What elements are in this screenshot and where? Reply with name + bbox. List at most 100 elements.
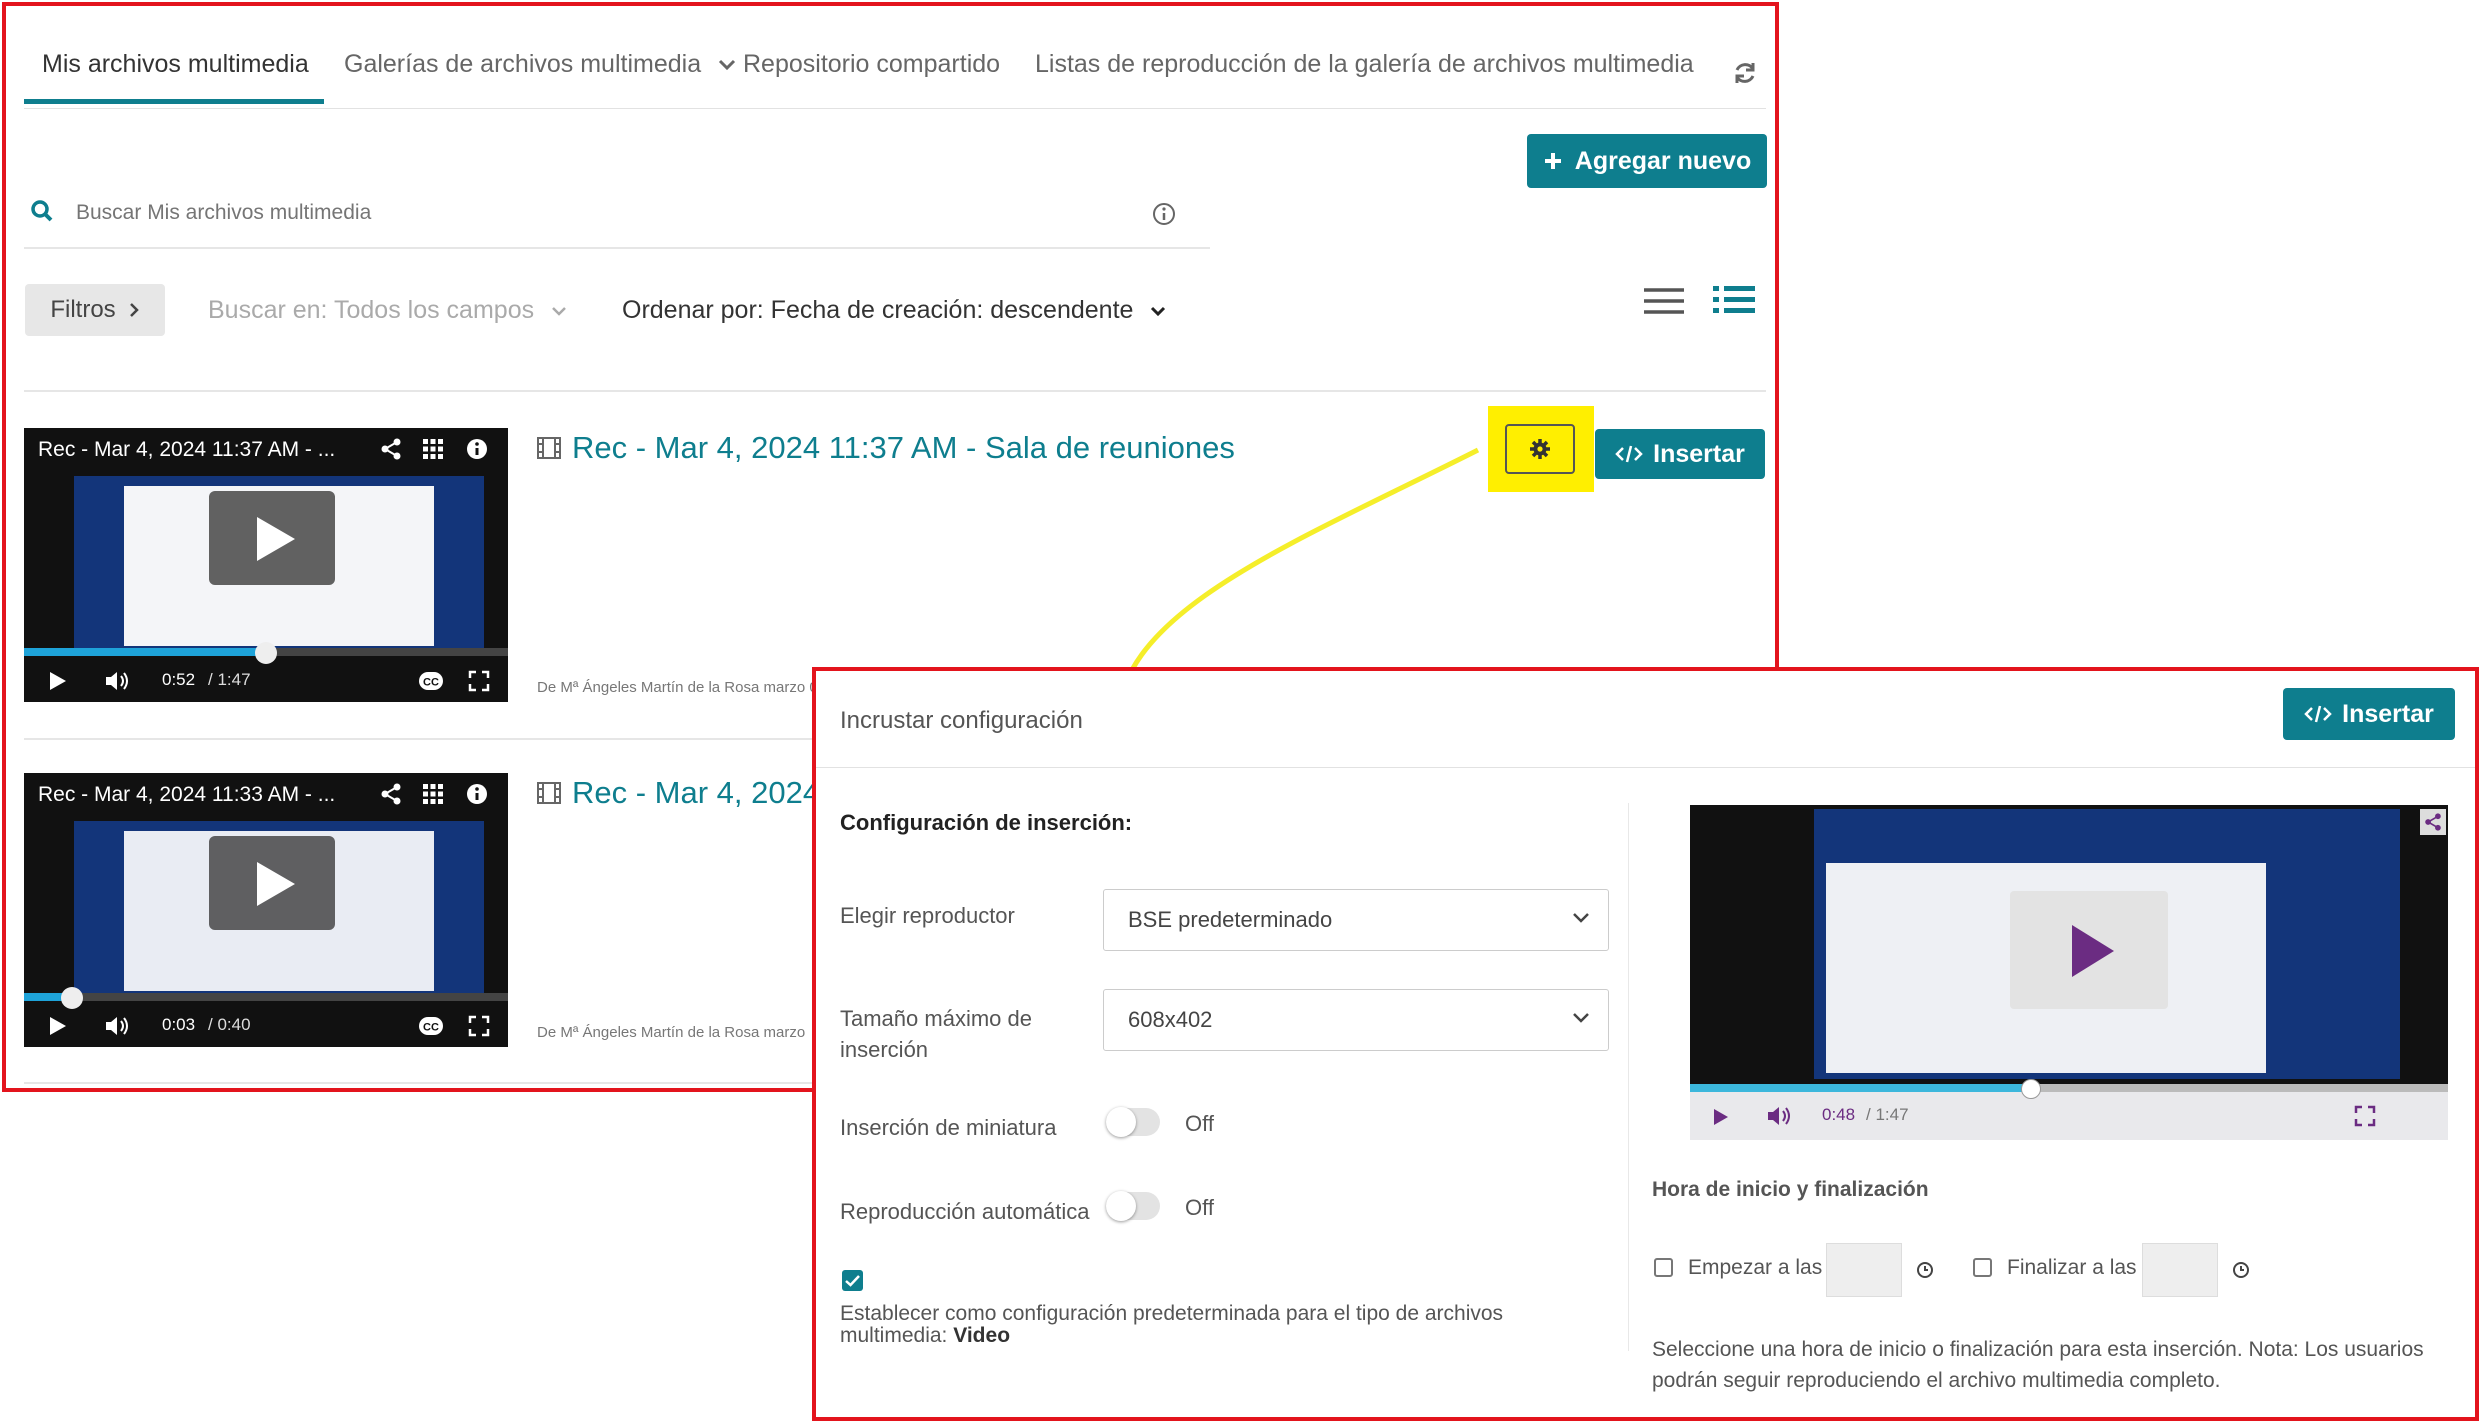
play-icon[interactable] <box>1712 1107 1730 1127</box>
tab-shared-repository[interactable]: Repositorio compartido <box>743 50 1000 79</box>
autoplay-toggle[interactable] <box>1106 1191 1160 1221</box>
video-player-thumbnail[interactable]: Rec - Mar 4, 2024 11:33 AM - ... 0:03 / … <box>24 773 508 1047</box>
thumbnail-title: Rec - Mar 4, 2024 11:37 AM - ... <box>38 438 336 461</box>
play-icon <box>257 862 295 906</box>
detailed-view-icon[interactable] <box>1712 284 1756 316</box>
sort-dropdown[interactable]: Ordenar por: Fecha de creación: descende… <box>622 296 1166 325</box>
fullscreen-icon[interactable] <box>468 670 490 692</box>
list-divider <box>24 1082 824 1084</box>
max-size-label: Tamaño máximo de inserción <box>840 1006 1032 1062</box>
info-icon[interactable] <box>466 438 488 460</box>
chevron-right-icon <box>129 303 139 317</box>
progress-track[interactable] <box>24 993 508 1001</box>
end-time-checkbox[interactable] <box>1973 1258 1992 1277</box>
volume-icon[interactable] <box>104 1015 130 1037</box>
current-time: 0:52 <box>162 670 196 689</box>
grid-icon[interactable] <box>422 438 444 460</box>
column-divider <box>1628 803 1629 1351</box>
play-icon <box>257 517 295 561</box>
start-time-checkbox[interactable] <box>1654 1258 1673 1277</box>
play-icon[interactable] <box>48 1015 68 1037</box>
autoplay-label: Reproducción automática <box>840 1199 1090 1224</box>
code-icon <box>2304 705 2332 723</box>
checkmark-icon <box>845 1275 860 1287</box>
insert-button[interactable]: Insertar <box>1595 429 1765 479</box>
entry-owner: De Mª Ángeles Martín de la Rosa marzo <box>537 1024 806 1041</box>
preview-player[interactable]: 0:48 / 1:47 <box>1690 805 2448 1140</box>
start-time-input[interactable] <box>1826 1243 1902 1297</box>
dialog-insert-label: Insertar <box>2342 699 2434 728</box>
default-setting-checkbox[interactable] <box>842 1270 863 1291</box>
entry-title-link[interactable]: Rec - Mar 4, 2024 11:37 AM - Sala de reu… <box>572 430 1235 466</box>
chevron-down-icon <box>1573 1013 1589 1023</box>
preview-control-bar <box>1690 1090 2448 1140</box>
plus-icon <box>1544 153 1561 169</box>
video-type-icon <box>537 782 561 804</box>
play-overlay-button[interactable] <box>209 491 335 585</box>
thumbnail-embed-label: Inserción de miniatura <box>840 1115 1057 1140</box>
clock-icon <box>2233 1262 2249 1278</box>
play-icon[interactable] <box>48 670 68 692</box>
time-note: Seleccione una hora de inicio o finaliza… <box>1652 1338 2424 1392</box>
end-time-input[interactable] <box>2142 1243 2218 1297</box>
preview-progress-handle[interactable] <box>2021 1079 2042 1099</box>
default-setting-label: Establecer como configuración predetermi… <box>840 1302 1504 1347</box>
progress-fill <box>24 648 266 656</box>
dialog-title: Incrustar configuración <box>840 707 1083 734</box>
thumbnail-embed-toggle[interactable] <box>1106 1107 1160 1137</box>
share-icon <box>2425 813 2441 831</box>
compact-view-icon[interactable] <box>1642 286 1686 316</box>
captions-icon[interactable]: CC <box>418 670 444 692</box>
tab-galleries-label: Galerías de archivos multimedia <box>344 50 702 78</box>
max-size-select-value: 608x402 <box>1128 1007 1213 1032</box>
embed-settings-button[interactable] <box>1505 424 1575 474</box>
info-icon[interactable] <box>1152 202 1176 226</box>
filters-button[interactable]: Filtros <box>25 284 165 336</box>
refresh-icon[interactable] <box>1732 60 1758 86</box>
grid-icon[interactable] <box>422 783 444 805</box>
dialog-insert-button[interactable]: Insertar <box>2283 688 2455 740</box>
chevron-down-icon <box>718 60 736 71</box>
video-player-thumbnail[interactable]: Rec - Mar 4, 2024 11:37 AM - ... 0:52 / … <box>24 428 508 702</box>
volume-icon[interactable] <box>1766 1105 1792 1127</box>
chevron-down-icon <box>1151 307 1166 317</box>
start-time-label: Empezar a las <box>1688 1256 1823 1279</box>
search-in-dropdown[interactable]: Buscar en: Todos los campos <box>208 296 567 325</box>
share-icon[interactable] <box>380 438 402 460</box>
duration: / 0:40 <box>208 1015 251 1034</box>
max-size-select[interactable]: 608x402 <box>1103 989 1609 1051</box>
time-section-title: Hora de inicio y finalización <box>1652 1178 1929 1201</box>
add-new-button[interactable]: Agregar nuevo <box>1527 134 1767 188</box>
fullscreen-icon[interactable] <box>2354 1105 2376 1127</box>
search-underline <box>24 247 1210 249</box>
embed-settings-dialog: Incrustar configuración Insertar Configu… <box>812 667 2479 1421</box>
default-setting-type: Video <box>953 1324 1011 1347</box>
entry-title-link[interactable]: Rec - Mar 4, 2024 <box>572 775 820 811</box>
play-overlay-button[interactable] <box>209 836 335 930</box>
search-input[interactable] <box>74 196 1098 230</box>
tab-gallery-playlists[interactable]: Listas de reproducción de la galería de … <box>1035 50 1694 79</box>
share-icon[interactable] <box>380 783 402 805</box>
preview-share-button[interactable] <box>2420 809 2446 835</box>
dialog-header-divider <box>816 767 2475 768</box>
preview-play-button[interactable] <box>2010 891 2168 1009</box>
default-setting-text: Establecer como configuración predetermi… <box>840 1303 1540 1347</box>
tabs-divider <box>24 108 1766 109</box>
info-icon[interactable] <box>466 783 488 805</box>
svg-text:CC: CC <box>423 677 439 689</box>
chevron-down-icon <box>552 307 566 317</box>
tab-my-media[interactable]: Mis archivos multimedia <box>42 50 309 79</box>
preview-progress-fill <box>1690 1084 2032 1092</box>
search-icon <box>31 200 53 222</box>
captions-icon[interactable]: CC <box>418 1015 444 1037</box>
list-divider <box>24 390 1766 392</box>
current-time: 0:03 <box>162 1015 196 1034</box>
volume-icon[interactable] <box>104 670 130 692</box>
progress-handle[interactable] <box>255 642 277 664</box>
insert-label: Insertar <box>1653 439 1745 468</box>
tab-galleries[interactable]: Galerías de archivos multimedia <box>344 50 736 79</box>
preview-duration: / 1:47 <box>1866 1105 1909 1124</box>
search-in-label: Buscar en: Todos los campos <box>208 296 535 324</box>
fullscreen-icon[interactable] <box>468 1015 490 1037</box>
player-select[interactable]: BSE predeterminado <box>1103 889 1609 951</box>
